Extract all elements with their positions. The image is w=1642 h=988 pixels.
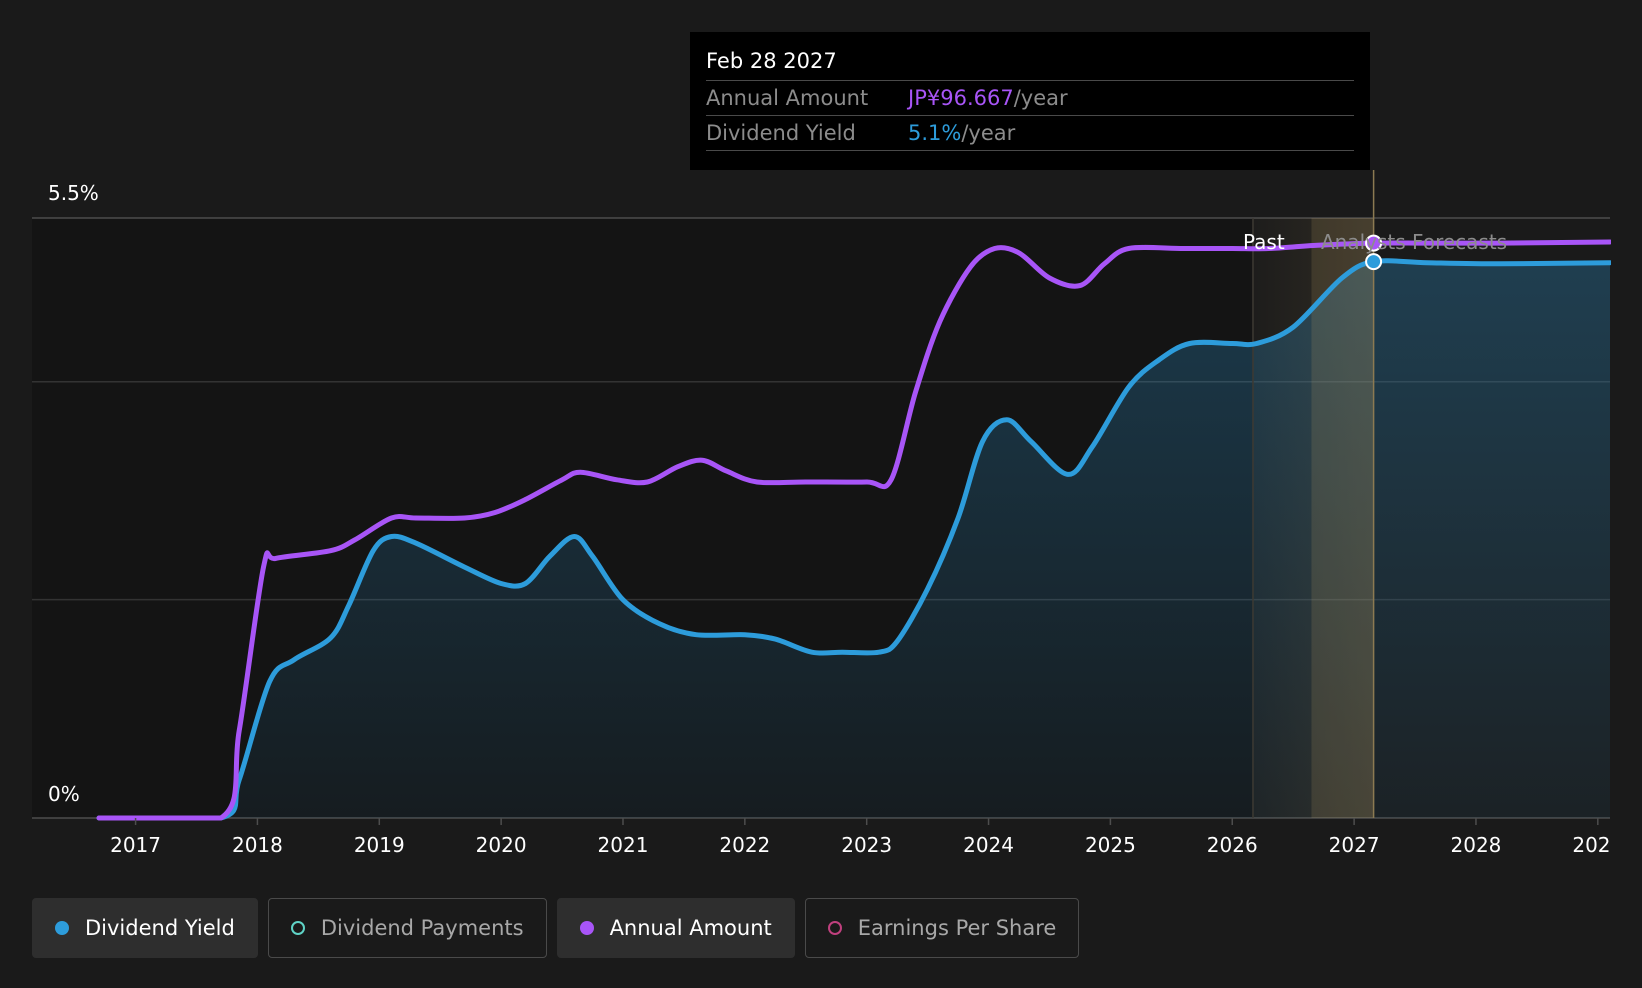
tooltip-value: JP¥96.667 <box>908 86 1014 110</box>
y-axis-bottom-label: 0% <box>48 782 80 806</box>
tooltip-date: Feb 28 2027 <box>706 46 1354 81</box>
legend-label: Dividend Payments <box>320 916 524 940</box>
x-tick-label: 2025 <box>1085 833 1136 857</box>
legend-label: Earnings Per Share <box>857 916 1057 940</box>
dividend-payments-ring-icon <box>290 921 305 935</box>
x-tick-label: 2028 <box>1451 833 1502 857</box>
x-tick-label: 2021 <box>598 833 649 857</box>
tooltip-value: 5.1% <box>908 121 962 145</box>
tooltip-label: Dividend Yield <box>706 121 856 145</box>
legend-item-dividend-yield[interactable]: Dividend Yield <box>32 898 258 958</box>
tooltip-label: Annual Amount <box>706 86 869 110</box>
y-axis-top-label: 5.5% <box>48 181 99 205</box>
forecast-region-label: Analysts Forecasts <box>1321 230 1508 254</box>
legend-label: Annual Amount <box>609 916 772 940</box>
dividend-yield-cursor-marker <box>1365 253 1383 271</box>
legend-item-dividend-payments[interactable]: Dividend Payments <box>267 898 547 958</box>
annual-amount-dot-icon <box>579 921 594 935</box>
x-tick-label: 2020 <box>476 833 527 857</box>
x-tick-label: 2022 <box>719 833 770 857</box>
hover-tooltip: Feb 28 2027 Annual Amount JP¥96.667 /yea… <box>690 32 1370 170</box>
tooltip-row-dividend-yield: Dividend Yield 5.1% /year <box>706 116 1354 151</box>
x-tick-label: 2026 <box>1207 833 1258 857</box>
right-edge-mask <box>1611 0 1642 860</box>
cursor-highlight-band <box>1311 218 1374 818</box>
x-tick-label: 2019 <box>354 833 405 857</box>
chart-legend: Dividend Yield Dividend Payments Annual … <box>32 898 1080 958</box>
legend-item-earnings-per-share[interactable]: Earnings Per Share <box>804 898 1080 958</box>
earnings-per-share-ring-icon <box>827 921 842 935</box>
dividend-yield-dot-icon <box>55 921 69 935</box>
tooltip-unit: /year <box>961 121 1016 145</box>
past-region-label: Past <box>1243 230 1285 254</box>
legend-label: Dividend Yield <box>85 916 235 940</box>
legend-item-annual-amount[interactable]: Annual Amount <box>556 898 795 958</box>
dividend-chart-widget: 2017 2018 2019 2020 2021 2022 2023 2024 2025 2026… <box>0 0 1642 988</box>
x-tick-label: 2018 <box>232 833 283 857</box>
x-tick-label: 2023 <box>841 833 892 857</box>
tooltip-unit: /year <box>1013 86 1068 110</box>
tooltip-row-annual-amount: Annual Amount JP¥96.667 /year <box>706 81 1354 116</box>
x-tick-label: 2017 <box>110 833 161 857</box>
x-tick-label: 2024 <box>963 833 1014 857</box>
x-tick-label: 2027 <box>1329 833 1380 857</box>
